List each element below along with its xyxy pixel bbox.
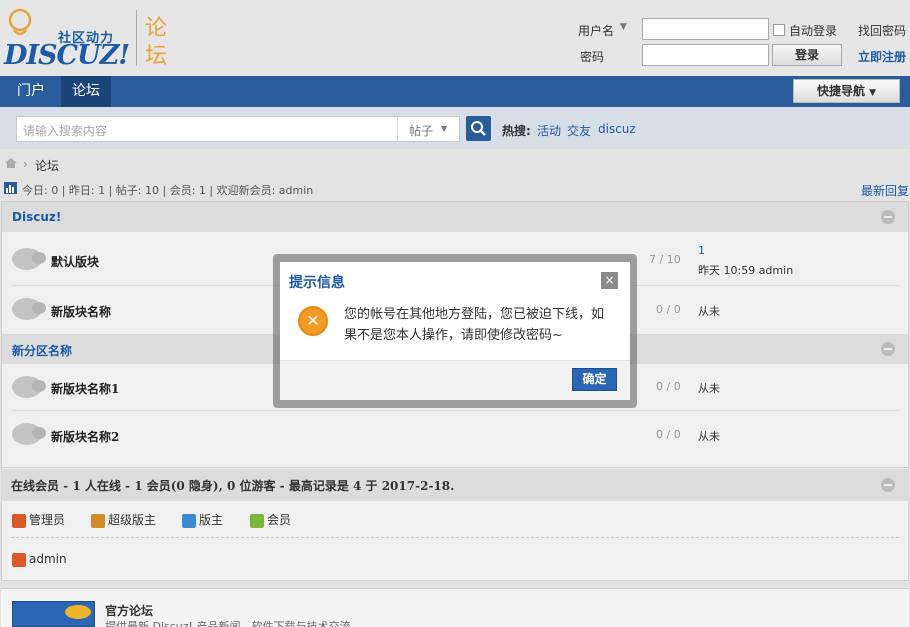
hot-search-label: 热搜: [502,124,531,138]
logo-bulb-icon [8,8,32,36]
username-label[interactable]: 用户名 [578,22,614,39]
forum-count-default: 7 / 10 [649,253,681,266]
member-role-icon [250,513,264,528]
role-super-moderator-label: 超级版主 [108,513,157,527]
password-input[interactable] [642,44,769,66]
header: 社区动力 DISCUZ! 论 坛 用户名 ▼ 自动登录 找回密码 密码 登录 立… [0,0,910,76]
role-moderator: 版主 [182,511,223,528]
role-member: 会员 [250,511,291,528]
home-icon[interactable] [4,157,18,169]
dialog-message: 您的帐号在其他地方登陆，您已被迫下线，如果不是您本人操作，请即使修改密码~ [344,307,605,343]
forum-count-new-1: 0 / 0 [656,380,681,393]
forum-count-new-2: 0 / 0 [656,428,681,441]
password-label: 密码 [580,50,605,64]
search-type-select[interactable]: 帖子 [409,122,433,139]
breadcrumb-separator-icon: › [23,157,28,171]
nav-item-forum[interactable]: 论坛 [61,76,111,107]
dialog-title: 提示信息 [289,275,345,291]
forum-last-new-2: 从未 [698,430,720,443]
logo-divider [136,10,137,66]
hot-link-friends[interactable]: 交友 [567,122,591,139]
forum-last-time-default: 昨天 10:59 admin [698,264,794,277]
latest-reply-link[interactable]: 最新回复 [861,182,909,199]
search-icon [471,121,486,136]
forum-name-new-1[interactable]: 新版块名称1 [51,380,119,397]
forum-last-new: 从未 [698,305,720,318]
hot-link-activity[interactable]: 活动 [537,122,561,139]
nav-item-portal[interactable]: 门户 [6,76,56,107]
hot-link-discuz[interactable]: discuz [598,122,636,136]
online-summary[interactable]: 在线会员 - 1 人在线 - 1 会员(0 隐身), 0 位游客 - 最高记录是… [11,477,454,494]
role-super-moderator: 超级版主 [91,511,156,528]
forum-name-new-2[interactable]: 新版块名称2 [51,428,119,445]
online-user-name: admin [29,552,67,566]
username-input[interactable] [642,18,769,40]
login-button[interactable]: 登录 [772,44,842,66]
search-button[interactable] [466,116,491,141]
moderator-role-icon [182,513,196,528]
search-divider [397,117,398,141]
category-bar-discuz [2,202,908,232]
forum-last-new-1: 从未 [698,382,720,395]
ok-button[interactable]: 确定 [572,368,617,391]
forum-bubble-icon [12,423,46,445]
partner-logo-bulb-icon [65,605,91,619]
category-title-discuz[interactable]: Discuz! [12,210,61,224]
collapse-icon[interactable] [881,342,895,356]
search-bar: 请输入搜索内容 帖子 ▼ [0,107,910,149]
search-type-chevron-icon[interactable]: ▼ [441,124,447,133]
forum-count-new: 0 / 0 [656,303,681,316]
logo-wordmark[interactable]: DISCUZ! [4,40,130,71]
search-placeholder: 请输入搜索内容 [23,124,108,138]
forum-bubble-icon [12,376,46,398]
quick-nav-button[interactable]: 快捷导航 ▼ [793,79,900,103]
role-admin-label: 管理员 [29,513,66,527]
breadcrumb-forum[interactable]: 论坛 [35,157,59,174]
register-link[interactable]: 立即注册 [858,48,906,65]
forgot-password-link[interactable]: 找回密码 [858,22,906,39]
search-input[interactable]: 请输入搜索内容 帖子 ▼ [16,116,460,142]
partner-title[interactable]: 官方论坛 [105,602,153,619]
close-icon[interactable]: × [601,272,618,289]
role-admin: 管理员 [12,511,65,528]
partner-logo-icon[interactable] [12,601,95,627]
logo-char-2: 坛 [145,44,168,69]
forum-bubble-icon [12,298,46,320]
collapse-icon[interactable] [881,210,895,224]
auto-login-checkbox[interactable] [773,24,785,36]
online-user-admin[interactable]: admin [12,552,67,567]
stats-chart-icon [4,182,17,194]
forum-bubble-icon [12,248,46,270]
error-x-icon: ✕ [298,306,328,336]
partner-desc: 提供最新 Discuz! 产品新闻、软件下载与技术交流 [105,620,351,627]
super-moderator-role-icon [91,513,105,528]
auto-login-label[interactable]: 自动登录 [789,22,837,39]
role-member-label: 会员 [267,513,292,527]
forum-stats: 今日: 0 | 昨日: 1 | 帖子: 10 | 会员: 1 | 欢迎新会员: … [22,184,314,197]
category-title-new[interactable]: 新分区名称 [12,342,72,359]
divider [11,537,899,538]
forum-name-default[interactable]: 默认版块 [51,253,99,270]
main-nav: 门户 论坛 快捷导航 ▼ [0,76,910,107]
collapse-icon[interactable] [881,478,895,492]
quick-nav-label: 快捷导航 [816,84,865,98]
divider [11,410,899,411]
chevron-down-icon[interactable]: ▼ [620,22,627,32]
forum-name-new[interactable]: 新版块名称 [51,303,111,320]
admin-role-icon [12,513,26,528]
role-moderator-label: 版主 [199,513,224,527]
admin-user-icon [12,552,26,567]
caret-down-icon: ▼ [869,88,877,98]
forum-last-thread-default[interactable]: 1 [698,244,705,257]
